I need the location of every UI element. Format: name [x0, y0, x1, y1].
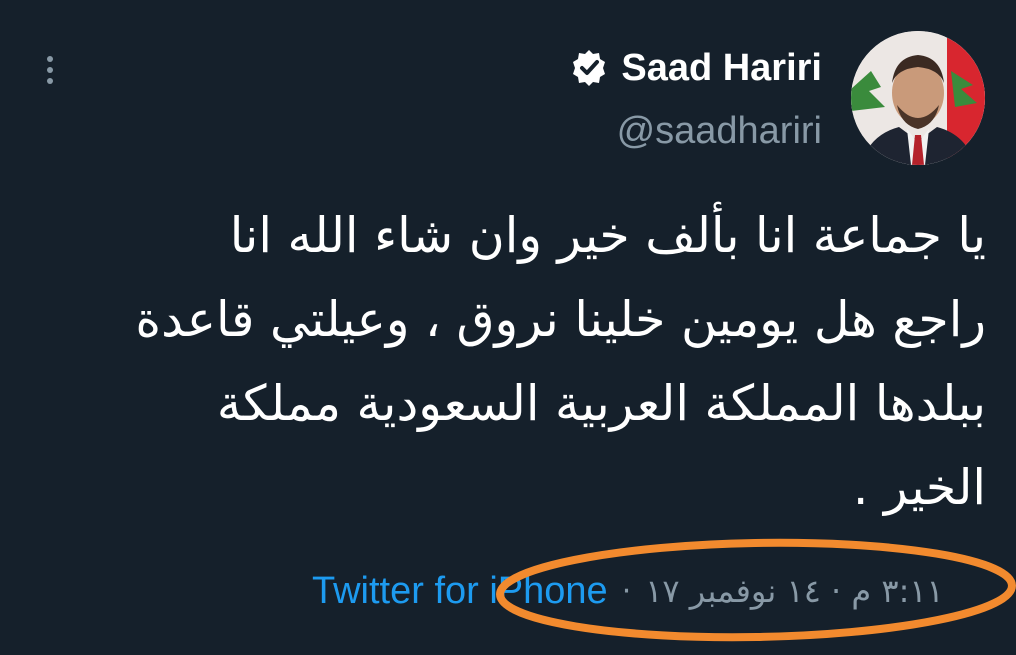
more-options-icon[interactable] [40, 56, 60, 92]
avatar-photo [851, 31, 985, 165]
tweet-text-line: ببلدها المملكة العربية السعودية مملكة [216, 375, 986, 432]
tweet-meta: Twitter for iPhone · ٣:١١ م · ١٤ نوفمبر … [312, 565, 944, 617]
tweet-card: Saad Hariri @saadhariri يا جماعة انا بأل… [0, 0, 1016, 655]
source-link[interactable]: Twitter for iPhone [312, 570, 608, 613]
timestamp[interactable]: ٣:١١ م · ١٤ نوفمبر ١٧ [645, 572, 943, 610]
tweet-text-line: الخير . [852, 459, 986, 516]
separator-dot: · [621, 573, 632, 609]
author-name-row: Saad Hariri [569, 42, 822, 94]
tweet-text-line: راجع هل يومين خلينا نروق ، وعيلتي قاعدة [135, 291, 986, 348]
verified-badge-icon [573, 50, 606, 86]
author-handle[interactable]: @saadhariri [617, 110, 822, 153]
tweet-text: يا جماعة انا بألف خير وان شاء الله انا ر… [26, 194, 986, 530]
tweet-text-line: يا جماعة انا بألف خير وان شاء الله انا [229, 207, 986, 264]
avatar[interactable] [851, 31, 985, 165]
author-display-name[interactable]: Saad Hariri [621, 47, 822, 90]
